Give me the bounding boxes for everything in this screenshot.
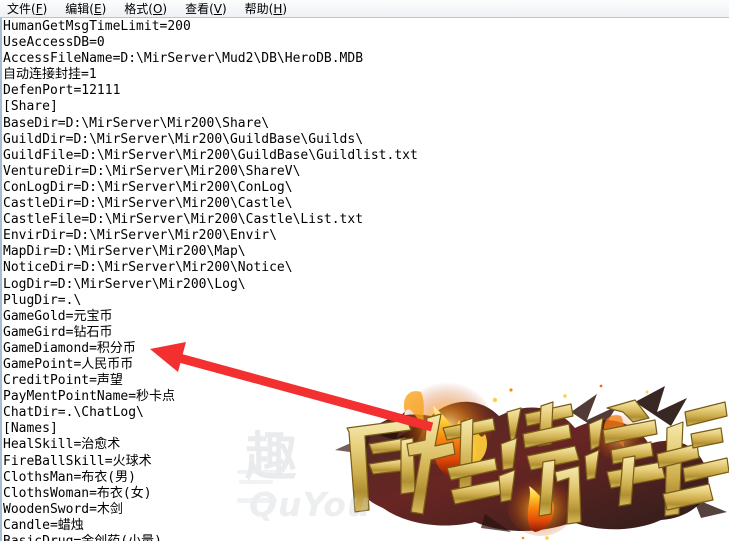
config-line: NoticeDir=D:\MirServer\Mir200\Notice\: [3, 260, 293, 276]
config-line: GuildFile=D:\MirServer\Mir200\GuildBase\…: [3, 147, 418, 163]
config-line: CastleFile=D:\MirServer\Mir200\Castle\Li…: [3, 212, 364, 228]
config-line: 自动连接封挂=1: [3, 67, 97, 83]
notepad-window: 文件(F) 编辑(E) 格式(O) 查看(V) 帮助(H) HumanGetMs…: [0, 0, 729, 541]
config-line: BasicDrug=金创药(小量): [3, 534, 728, 541]
config-line: CreditPoint=声望: [3, 373, 123, 389]
menu-item-format-mnemonic: O: [152, 1, 163, 16]
menu-item-help-label-pre: 帮助(: [244, 1, 274, 16]
text-editor-area[interactable]: HumanGetMsgTimeLimit=200 UseAccessDB=0 Acc…: [0, 18, 729, 541]
config-line: GameDiamond=积分币: [3, 340, 136, 356]
menu-item-file[interactable]: 文件(F): [7, 1, 56, 17]
config-line: GameGird=钻石币: [3, 324, 113, 340]
config-line: ConLogDir=D:\MirServer\Mir200\ConLog\: [3, 179, 293, 195]
config-line: ClothsWoman=布衣(女): [3, 485, 152, 501]
config-line: PlugDir=.\: [3, 292, 82, 308]
config-line: WoodenSword=木剑: [3, 501, 123, 517]
menu-item-view-mnemonic: V: [213, 1, 222, 16]
menu-item-file-label-post: ): [42, 1, 48, 16]
menu-item-help[interactable]: 帮助(H): [245, 1, 296, 17]
menu-item-edit-mnemonic: E: [93, 1, 102, 16]
menu-item-view-label-pre: 查看(: [185, 1, 214, 16]
config-line: VentureDir=D:\MirServer\Mir200\ShareV\: [3, 163, 301, 179]
config-line: HealSkill=治愈术: [3, 437, 121, 453]
menu-item-edit-label-pre: 编辑(: [65, 1, 94, 16]
config-line: HumanGetMsgTimeLimit=200: [3, 19, 191, 34]
config-line: Candle=蜡烛: [3, 517, 84, 533]
menu-item-view-label-post: ): [221, 1, 227, 16]
config-line: EnvirDir=D:\MirServer\Mir200\Envir\: [3, 228, 277, 244]
config-line: LogDir=D:\MirServer\Mir200\Log\: [3, 276, 246, 292]
config-line: UseAccessDB=0: [3, 35, 105, 51]
menu-item-format-label-pre: 格式(: [124, 1, 153, 16]
menu-item-edit[interactable]: 编辑(E): [65, 1, 115, 17]
menu-bar: 文件(F) 编辑(E) 格式(O) 查看(V) 帮助(H): [0, 0, 729, 18]
config-line: AccessFileName=D:\MirServer\Mud2\DB\Hero…: [3, 51, 364, 67]
config-line: [Share]: [3, 99, 58, 115]
config-line: GamePoint=人民币币: [3, 356, 134, 372]
config-line: DefenPort=12111: [3, 83, 121, 99]
menu-item-format[interactable]: 格式(O): [124, 1, 176, 17]
config-line: PayMentPointName=秒卡点: [3, 389, 176, 405]
config-line: GuildDir=D:\MirServer\Mir200\GuildBase\G…: [3, 131, 364, 147]
config-line: BaseDir=D:\MirServer\Mir200\Share\: [3, 115, 270, 131]
config-line: CastleDir=D:\MirServer\Mir200\Castle\: [3, 196, 293, 212]
menu-item-file-label-pre: 文件(: [7, 1, 36, 16]
config-line: MapDir=D:\MirServer\Mir200\Map\: [3, 244, 246, 260]
menu-item-edit-label-post: ): [101, 1, 107, 16]
menu-item-format-label-post: ): [162, 1, 168, 16]
config-line: FireBallSkill=火球术: [3, 453, 152, 469]
config-line: ClothsMan=布衣(男): [3, 469, 136, 485]
config-line: [Names]: [3, 421, 58, 437]
menu-item-view[interactable]: 查看(V): [185, 1, 236, 17]
config-line: GameGold=元宝币: [3, 308, 113, 324]
config-line: ChatDir=.\ChatLog\: [3, 405, 144, 421]
menu-item-help-label-post: ): [282, 1, 288, 16]
menu-item-file-mnemonic: F: [35, 1, 43, 16]
config-text-content[interactable]: HumanGetMsgTimeLimit=200 UseAccessDB=0 Acc…: [3, 19, 728, 541]
